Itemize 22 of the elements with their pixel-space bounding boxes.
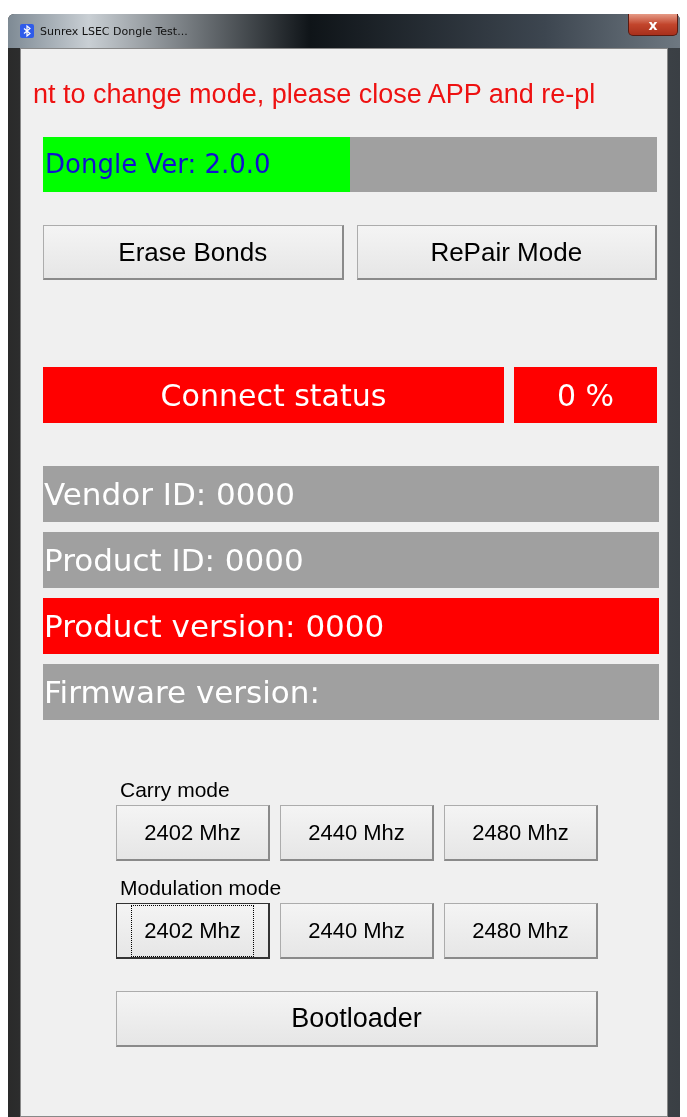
group-label: Modulation mode — [120, 875, 283, 901]
info-row: Product version: 0000 — [43, 598, 659, 654]
info-row: Product ID: 0000 — [43, 532, 659, 588]
close-button[interactable]: x — [628, 14, 678, 36]
window-title: Sunrex LSEC Dongle Test... — [40, 24, 188, 38]
connect-percent: 0 % — [514, 367, 657, 423]
frequency-button[interactable]: 2440 Mhz — [280, 805, 434, 861]
frequency-button[interactable]: 2402 Mhz — [116, 903, 270, 959]
dongle-version: Dongle Ver: 2.0.0 — [44, 149, 271, 179]
bluetooth-icon — [20, 24, 34, 38]
frequency-button[interactable]: 2480 Mhz — [444, 805, 598, 861]
bootloader-button[interactable]: Bootloader — [116, 991, 598, 1047]
connect-status: Connect status — [43, 367, 504, 423]
info-row: Firmware version: — [43, 664, 659, 720]
frequency-button[interactable]: 2440 Mhz — [280, 903, 434, 959]
instruction-message: nt to change mode, please close APP and re-pl — [33, 79, 597, 110]
info-row: Vendor ID: 0000 — [43, 466, 659, 522]
erase-bonds-button[interactable]: Erase Bonds — [43, 225, 344, 280]
frequency-button[interactable]: 2402 Mhz — [116, 805, 270, 861]
group-label: Carry mode — [120, 777, 231, 803]
frequency-button[interactable]: 2480 Mhz — [444, 903, 598, 959]
repair-mode-button[interactable]: RePair Mode — [356, 225, 657, 280]
